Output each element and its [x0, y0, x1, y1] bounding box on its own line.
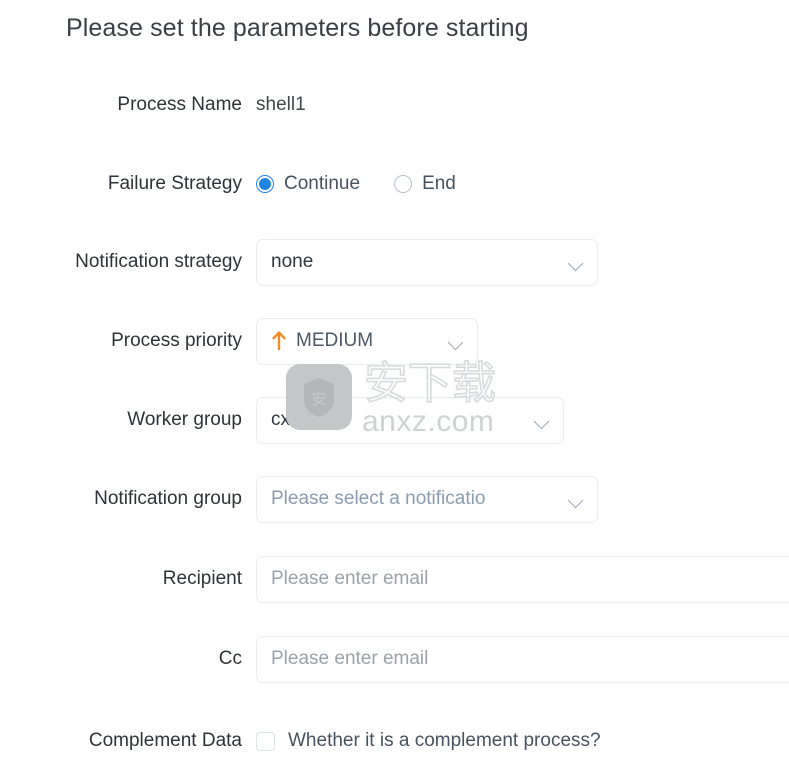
- notification-group-placeholder: Please select a notificatio: [271, 488, 486, 509]
- notification-group-label: Notification group: [94, 488, 242, 509]
- failure-strategy-radio-group: Continue End: [256, 172, 456, 196]
- recipient-label: Recipient: [162, 568, 242, 589]
- start-process-dialog: Please set the parameters before startin…: [0, 0, 789, 778]
- process-priority-label: Process priority: [111, 330, 242, 351]
- form-row-cc: Cc Please enter email: [0, 635, 789, 683]
- radio-option-end[interactable]: End: [394, 172, 456, 196]
- radio-selected-icon[interactable]: [256, 175, 274, 193]
- cc-placeholder: Please enter email: [271, 648, 429, 669]
- notification-strategy-control: none: [256, 238, 598, 286]
- notification-group-control: Please select a notificatio: [256, 475, 598, 523]
- notification-strategy-select[interactable]: none: [256, 238, 598, 286]
- complement-data-label: Complement Data: [88, 730, 242, 751]
- process-name-value: shell1: [256, 94, 306, 115]
- form-row-worker-group: Worker group cxc: [0, 396, 789, 444]
- form-row-process-name: Process Name shell1: [0, 83, 789, 127]
- radio-unselected-icon[interactable]: [394, 175, 413, 193]
- process-name-control: shell1: [256, 83, 306, 127]
- checkbox-unchecked-icon[interactable]: [256, 731, 275, 751]
- form-row-process-priority: Process priority MEDIUM: [0, 317, 789, 365]
- worker-group-label: Worker group: [127, 409, 242, 430]
- notification-strategy-value: none: [271, 251, 314, 272]
- notification-group-select[interactable]: Please select a notificatio: [256, 475, 598, 523]
- chevron-down-icon[interactable]: [534, 412, 551, 429]
- recipient-placeholder: Please enter email: [271, 568, 429, 589]
- form-row-complement-data: Complement Data Whether it is a compleme…: [0, 719, 789, 763]
- radio-option-end-label: End: [422, 173, 456, 194]
- complement-data-checkbox-wrap[interactable]: Whether it is a complement process?: [256, 729, 601, 753]
- dialog-title: Please set the parameters before startin…: [66, 14, 529, 42]
- cc-label: Cc: [218, 648, 242, 669]
- process-priority-value: MEDIUM: [296, 330, 374, 351]
- worker-group-control: cxc: [256, 396, 564, 444]
- chevron-down-icon[interactable]: [568, 254, 585, 271]
- process-name-label: Process Name: [117, 94, 242, 115]
- form-row-notification-group: Notification group Please select a notif…: [0, 475, 789, 523]
- process-priority-control: MEDIUM: [256, 317, 478, 365]
- radio-option-continue[interactable]: Continue: [256, 172, 360, 196]
- recipient-control: Please enter email: [256, 555, 789, 603]
- radio-option-continue-label: Continue: [284, 173, 361, 194]
- process-priority-select[interactable]: MEDIUM: [256, 317, 478, 365]
- chevron-down-icon[interactable]: [568, 491, 585, 508]
- notification-strategy-label: Notification strategy: [75, 251, 242, 272]
- form-row-failure-strategy: Failure Strategy Continue End: [0, 162, 789, 206]
- form-row-recipient: Recipient Please enter email: [0, 555, 789, 603]
- worker-group-value: cxc: [271, 409, 300, 430]
- form-row-notification-strategy: Notification strategy none: [0, 238, 789, 286]
- chevron-down-icon[interactable]: [448, 333, 465, 350]
- cc-control: Please enter email: [256, 635, 789, 683]
- cc-input[interactable]: Please enter email: [256, 635, 789, 683]
- worker-group-select[interactable]: cxc: [256, 396, 564, 444]
- complement-data-control: Whether it is a complement process?: [256, 719, 601, 763]
- failure-strategy-control: Continue End: [256, 162, 456, 206]
- failure-strategy-label: Failure Strategy: [107, 173, 242, 194]
- arrow-up-icon: [271, 330, 287, 352]
- recipient-input[interactable]: Please enter email: [256, 555, 789, 603]
- complement-data-checkbox-label: Whether it is a complement process?: [288, 730, 601, 751]
